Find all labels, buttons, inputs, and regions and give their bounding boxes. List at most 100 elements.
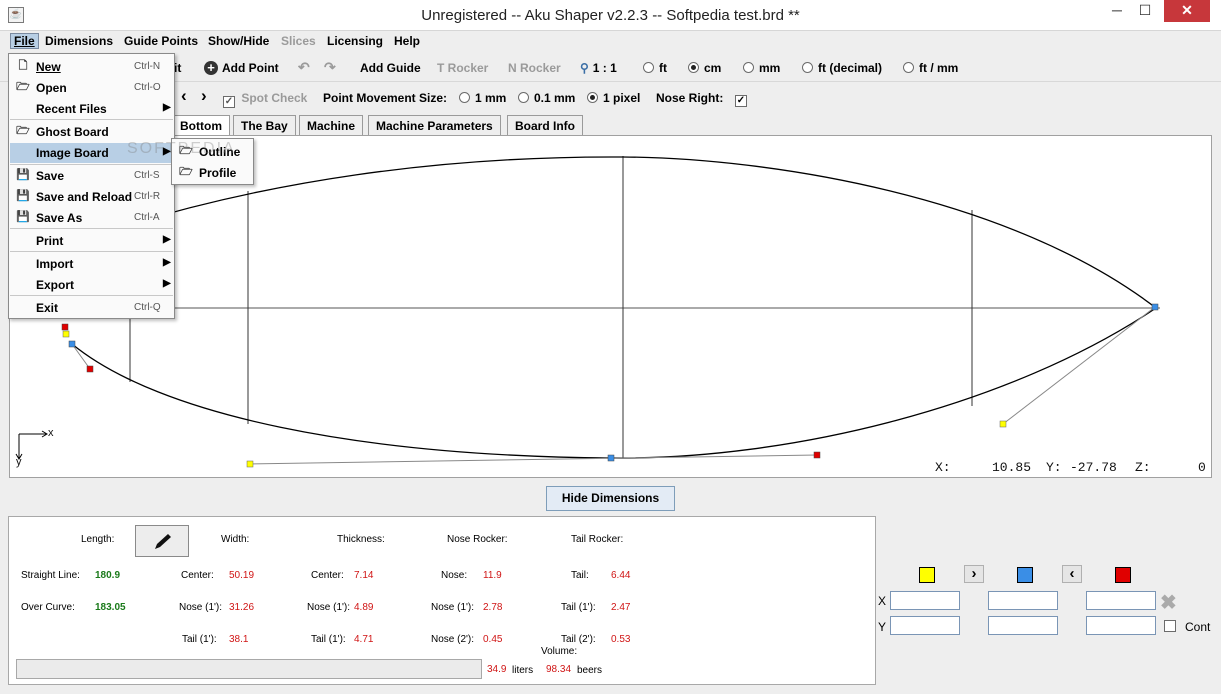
menu-show-hide[interactable]: Show/Hide bbox=[208, 34, 269, 48]
nose1-label: Nose (1'): bbox=[431, 602, 475, 613]
thick-tail1-label: Tail (1'): bbox=[311, 634, 346, 645]
thick-nose1-label: Nose (1'): bbox=[307, 602, 351, 613]
nose-right-checkbox[interactable]: ✓ bbox=[735, 90, 747, 107]
red-y-field[interactable] bbox=[1086, 616, 1156, 635]
close-button[interactable]: ✕ bbox=[1164, 0, 1210, 22]
main-toolbar: it + Add Point ↶ ↷ Add Guide T Rocker N R… bbox=[0, 53, 1221, 82]
thick-tail1-value: 4.71 bbox=[354, 634, 374, 645]
tail-rocker-label: Tail Rocker: bbox=[571, 534, 624, 545]
nose-value: 11.9 bbox=[483, 570, 502, 581]
menu-separator bbox=[10, 119, 173, 120]
menu-item-save[interactable]: 💾 Save Ctrl-S bbox=[10, 166, 173, 186]
menu-item-exit[interactable]: Exit Ctrl-Q bbox=[10, 298, 173, 318]
n-rocker-button[interactable]: N Rocker bbox=[508, 61, 561, 75]
movement-radio-1mm[interactable]: 1 mm bbox=[459, 91, 506, 105]
blue-x-field[interactable] bbox=[988, 591, 1058, 610]
control-point-yellow bbox=[999, 420, 1007, 428]
pencil-icon bbox=[155, 534, 171, 549]
maximize-button[interactable]: ☐ bbox=[1131, 0, 1159, 22]
save-as-icon: 💾 bbox=[16, 211, 30, 223]
chevron-left-icon[interactable]: ‹ bbox=[181, 86, 187, 106]
coord-z-value: 0 bbox=[1198, 460, 1206, 475]
redo-icon[interactable]: ↷ bbox=[324, 59, 336, 76]
x-label: X bbox=[878, 594, 887, 608]
tangent-line bbox=[1002, 306, 1156, 425]
nose2-label: Nose (2'): bbox=[431, 634, 475, 645]
tail1-label: Tail (1'): bbox=[561, 602, 596, 613]
blue-point-swatch[interactable] bbox=[1017, 567, 1033, 583]
menu-item-new[interactable]: 🗋 New Ctrl-N bbox=[10, 57, 173, 77]
delete-x-icon[interactable]: ✖ bbox=[1160, 590, 1177, 615]
new-file-icon: 🗋 bbox=[18, 60, 28, 72]
menu-dimensions[interactable]: Dimensions bbox=[45, 34, 113, 48]
spot-check-button[interactable]: ✓ Spot Check bbox=[223, 91, 307, 108]
liters-label: liters bbox=[512, 665, 534, 676]
menu-item-save-as[interactable]: 💾 Save As Ctrl-A bbox=[10, 208, 173, 228]
menu-item-open[interactable]: 🗁 Open Ctrl-O bbox=[10, 78, 173, 98]
minimize-button[interactable]: ─ bbox=[1103, 0, 1131, 22]
hide-dimensions-button[interactable]: Hide Dimensions bbox=[546, 486, 675, 511]
menu-item-export[interactable]: Export ▶ bbox=[10, 275, 173, 295]
unit-radio-cm[interactable]: cm bbox=[688, 61, 721, 75]
menu-item-print[interactable]: Print ▶ bbox=[10, 231, 173, 251]
menu-item-ghost-board[interactable]: 🗁 Ghost Board bbox=[10, 122, 173, 142]
outline-bottom-curve bbox=[71, 307, 1157, 459]
coord-x-label: X: bbox=[935, 460, 951, 475]
length-label: Length: bbox=[81, 534, 115, 545]
tail2-value: 0.53 bbox=[611, 634, 631, 645]
red-point-swatch[interactable] bbox=[1115, 567, 1131, 583]
tab-board-info[interactable]: Board Info bbox=[507, 115, 583, 135]
edit-length-button[interactable] bbox=[135, 525, 189, 557]
submenu-arrow-icon: ▶ bbox=[163, 234, 171, 245]
menu-item-recent-files[interactable]: Recent Files ▶ bbox=[10, 99, 173, 119]
yellow-point-swatch[interactable] bbox=[919, 567, 935, 583]
menu-licensing[interactable]: Licensing bbox=[327, 34, 383, 48]
tangent-line bbox=[71, 343, 91, 370]
beers-label: beers bbox=[577, 665, 603, 676]
control-point-blue bbox=[68, 340, 76, 348]
unit-radio-ft-mm[interactable]: ft / mm bbox=[903, 61, 958, 75]
tab-the-bay[interactable]: The Bay bbox=[233, 115, 296, 135]
menu-guide-points[interactable]: Guide Points bbox=[124, 34, 198, 48]
board-outline-canvas[interactable]: x y X: 10.85 Y: -27.78 Z: 0 bbox=[9, 135, 1212, 478]
movement-radio-0-1mm[interactable]: 0.1 mm bbox=[518, 91, 575, 105]
board-outline-drawing[interactable] bbox=[10, 136, 1211, 477]
control-point-blue bbox=[607, 454, 615, 462]
straight-line-value: 180.9 bbox=[95, 570, 121, 581]
blue-y-field[interactable] bbox=[988, 616, 1058, 635]
chevron-left-icon[interactable]: ‹ bbox=[1062, 565, 1082, 583]
tail-label: Tail: bbox=[571, 570, 589, 581]
tail2-label: Tail (2'): bbox=[561, 634, 596, 645]
unit-radio-mm[interactable]: mm bbox=[743, 61, 780, 75]
open-folder-icon: 🗁 bbox=[16, 81, 30, 93]
undo-icon[interactable]: ↶ bbox=[298, 59, 310, 76]
add-guide-button[interactable]: Add Guide bbox=[360, 61, 421, 75]
tab-machine-parameters[interactable]: Machine Parameters bbox=[368, 115, 501, 135]
tab-machine[interactable]: Machine bbox=[299, 115, 364, 135]
menu-slices[interactable]: Slices bbox=[281, 34, 316, 48]
chevron-right-icon[interactable]: › bbox=[964, 565, 984, 583]
volume-liters-value: 34.9 bbox=[487, 664, 507, 675]
scale-button[interactable]: ⚲ 1 : 1 bbox=[580, 61, 617, 75]
cont-checkbox[interactable] bbox=[1164, 620, 1176, 632]
coord-x-value: 10.85 bbox=[992, 460, 1032, 475]
menu-help[interactable]: Help bbox=[394, 34, 420, 48]
add-point-button[interactable]: + Add Point bbox=[204, 61, 279, 75]
yellow-y-field[interactable] bbox=[890, 616, 960, 635]
chevron-right-icon[interactable]: › bbox=[201, 86, 207, 106]
menu-file[interactable]: File bbox=[10, 33, 39, 49]
over-curve-value: 183.05 bbox=[95, 602, 126, 613]
volume-beers-value: 98.34 bbox=[546, 664, 572, 675]
menu-item-save-and-reload[interactable]: 💾 Save and Reload Ctrl-R bbox=[10, 187, 173, 207]
submenu-item-profile[interactable]: 🗁 Profile bbox=[173, 163, 252, 183]
red-x-field[interactable] bbox=[1086, 591, 1156, 610]
yellow-x-field[interactable] bbox=[890, 591, 960, 610]
width-tail1-value: 38.1 bbox=[229, 634, 249, 645]
menu-item-import[interactable]: Import ▶ bbox=[10, 254, 173, 274]
unit-radio-ft[interactable]: ft bbox=[643, 61, 667, 75]
edit-button-partial[interactable]: it bbox=[174, 61, 181, 75]
unit-radio-ft-decimal[interactable]: ft (decimal) bbox=[802, 61, 882, 75]
movement-radio-1pixel[interactable]: 1 pixel bbox=[587, 91, 640, 105]
tab-bottom[interactable]: Bottom bbox=[172, 115, 230, 135]
t-rocker-button[interactable]: T Rocker bbox=[437, 61, 488, 75]
